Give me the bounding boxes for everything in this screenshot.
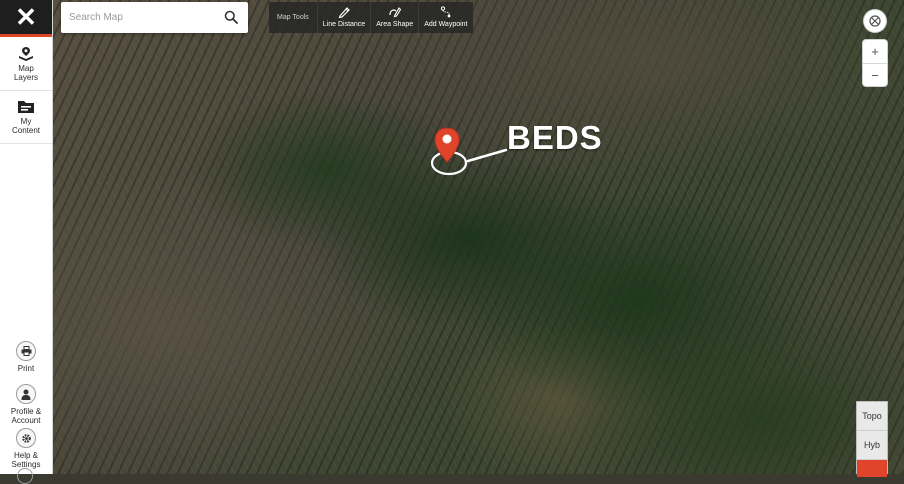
locate-button[interactable] xyxy=(863,9,887,33)
tool-label: Area Shape xyxy=(376,21,414,28)
left-sidebar: ✕ Map Layers My Content Print Profile & … xyxy=(0,0,53,484)
sidebar-item-print[interactable]: Print xyxy=(0,341,52,373)
close-button[interactable]: ✕ xyxy=(0,0,52,37)
layer-topo-button[interactable]: Topo xyxy=(857,402,887,431)
annotation-label: BEDS xyxy=(507,119,603,156)
layer-satellite-button[interactable] xyxy=(857,460,887,477)
sidebar-item-label: Content xyxy=(11,126,41,135)
tool-label: Add Waypoint xyxy=(424,21,468,28)
search-bar xyxy=(61,2,248,33)
sidebar-item-my-content[interactable]: My Content xyxy=(0,99,52,135)
zoom-out-button[interactable]: − xyxy=(863,64,887,87)
sidebar-item-profile[interactable]: Profile & Account xyxy=(0,384,52,425)
gear-icon xyxy=(21,433,31,443)
sidebar-divider xyxy=(0,90,52,91)
folder-icon xyxy=(18,101,34,113)
basemap-switcher: Topo Hyb xyxy=(856,401,888,477)
printer-icon xyxy=(21,346,31,356)
sidebar-more-indicator xyxy=(17,468,33,484)
search-icon[interactable] xyxy=(224,10,238,24)
sidebar-item-label: Help & xyxy=(13,451,38,460)
close-icon: ✕ xyxy=(15,1,37,32)
sidebar-divider xyxy=(0,143,52,144)
waypoint-route-icon xyxy=(440,6,451,18)
sidebar-item-label: Account xyxy=(11,416,41,425)
tool-label: Line Distance xyxy=(322,21,366,28)
crosshair-icon xyxy=(869,15,881,27)
area-shape-button[interactable]: Area Shape xyxy=(370,2,418,33)
sidebar-item-label: Profile & xyxy=(10,407,42,416)
search-input[interactable] xyxy=(61,2,219,33)
sidebar-item-label: Layers xyxy=(13,73,38,82)
ruler-pencil-icon xyxy=(338,7,350,18)
sidebar-item-map-layers[interactable]: Map Layers xyxy=(0,46,52,82)
map-tools-bar: Map Tools Line Distance Area Shape Add W… xyxy=(269,2,473,33)
map-tools-title: Map Tools xyxy=(277,14,309,21)
add-waypoint-button[interactable]: Add Waypoint xyxy=(418,2,472,33)
zoom-control: + − xyxy=(862,39,888,87)
area-shape-icon xyxy=(389,7,401,18)
sidebar-item-help[interactable]: Help & Settings xyxy=(0,428,52,469)
map-layers-icon xyxy=(19,47,33,61)
waypoint-marker-icon[interactable] xyxy=(434,127,460,163)
person-icon xyxy=(21,389,31,400)
layer-hybrid-button[interactable]: Hyb xyxy=(857,431,887,460)
sidebar-item-label: My xyxy=(20,117,32,126)
satellite-map[interactable] xyxy=(0,0,904,474)
sidebar-item-label: Print xyxy=(17,364,35,373)
zoom-in-button[interactable]: + xyxy=(863,40,887,63)
sidebar-item-label: Map xyxy=(18,64,34,73)
line-distance-button[interactable]: Line Distance xyxy=(316,2,370,33)
